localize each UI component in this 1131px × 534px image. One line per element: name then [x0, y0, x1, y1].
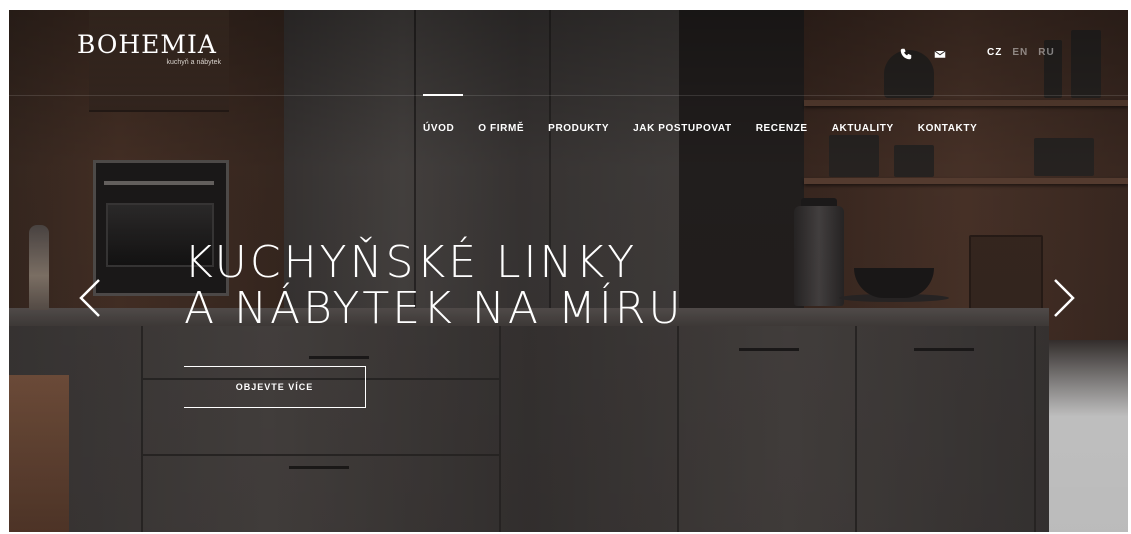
lang-ru[interactable]: RU — [1038, 47, 1054, 58]
header-divider — [9, 95, 1128, 96]
contact-icons — [899, 47, 947, 61]
lang-en[interactable]: EN — [1012, 47, 1028, 58]
mail-icon[interactable] — [933, 47, 947, 61]
discover-more-button[interactable]: OBJEVTE VÍCE — [184, 366, 366, 408]
chevron-left-icon[interactable] — [75, 278, 105, 318]
hero-title-line1: KUCHYŇSKÉ LINKY — [184, 237, 638, 288]
logo[interactable]: BOHEMIA kuchyň a nábytek — [77, 32, 237, 66]
nav-item-o-firme[interactable]: O FIRMĚ — [478, 123, 524, 134]
nav-item-kontakty[interactable]: KONTAKTY — [918, 123, 978, 134]
nav-item-recenze[interactable]: RECENZE — [756, 123, 808, 134]
phone-icon[interactable] — [899, 47, 913, 61]
language-switcher: CZ EN RU — [987, 47, 1055, 58]
nav-item-aktuality[interactable]: AKTUALITY — [832, 123, 894, 134]
nav-item-produkty[interactable]: PRODUKTY — [548, 123, 609, 134]
nav-item-uvod[interactable]: ÚVOD — [423, 94, 464, 134]
logo-name: BOHEMIA — [77, 30, 217, 59]
nav-item-jak-postupovat[interactable]: JAK POSTUPOVAT — [633, 123, 732, 134]
main-nav: ÚVOD O FIRMĚ PRODUKTY JAK POSTUPOVAT REC… — [423, 94, 978, 134]
lang-cz[interactable]: CZ — [987, 47, 1002, 58]
hero-title-line2: A NÁBYTEK NA MÍRU — [184, 283, 684, 334]
chevron-right-icon[interactable] — [1049, 278, 1079, 318]
logo-tagline: kuchyň a nábytek — [166, 59, 221, 66]
hero-slider: BOHEMIA kuchyň a nábytek CZ EN RU ÚVOD O… — [9, 10, 1128, 532]
hero-title: KUCHYŇSKÉ LINKY A NÁBYTEK NA MÍRU — [184, 240, 684, 332]
